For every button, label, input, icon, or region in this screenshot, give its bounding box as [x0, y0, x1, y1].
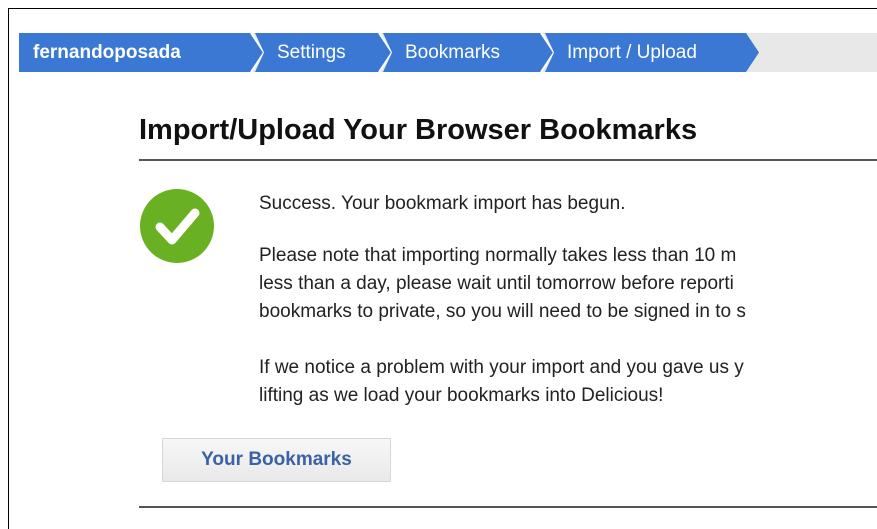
breadcrumb-label: fernandoposada: [33, 42, 181, 63]
success-message: Success. Your bookmark import has begun.: [259, 193, 626, 214]
breadcrumb-label: Bookmarks: [405, 42, 501, 63]
problem-line-2: lifting as we load your bookmarks into D…: [259, 385, 664, 406]
breadcrumb: fernandoposada Settings Bookmarks Import…: [19, 33, 877, 72]
note-line-1: Please note that importing normally take…: [259, 245, 737, 266]
title-divider: [139, 159, 877, 161]
breadcrumb-item-import-upload[interactable]: Import / Upload: [545, 33, 759, 72]
page-title: Import/Upload Your Browser Bookmarks: [139, 114, 698, 146]
bottom-divider: [139, 506, 877, 508]
breadcrumb-item-bookmarks[interactable]: Bookmarks: [383, 33, 554, 72]
breadcrumb-item-user[interactable]: fernandoposada: [19, 33, 264, 72]
breadcrumb-label: Import / Upload: [567, 42, 697, 63]
success-check-icon: [140, 189, 214, 263]
page-frame: fernandoposada Settings Bookmarks Import…: [8, 8, 877, 529]
breadcrumb-label: Settings: [277, 42, 346, 63]
your-bookmarks-button[interactable]: Your Bookmarks: [162, 438, 391, 482]
note-line-2: less than a day, please wait until tomor…: [259, 273, 734, 294]
problem-line-1: If we notice a problem with your import …: [259, 357, 744, 378]
breadcrumb-item-settings[interactable]: Settings: [255, 33, 392, 72]
note-line-3: bookmarks to private, so you will need t…: [259, 301, 746, 322]
